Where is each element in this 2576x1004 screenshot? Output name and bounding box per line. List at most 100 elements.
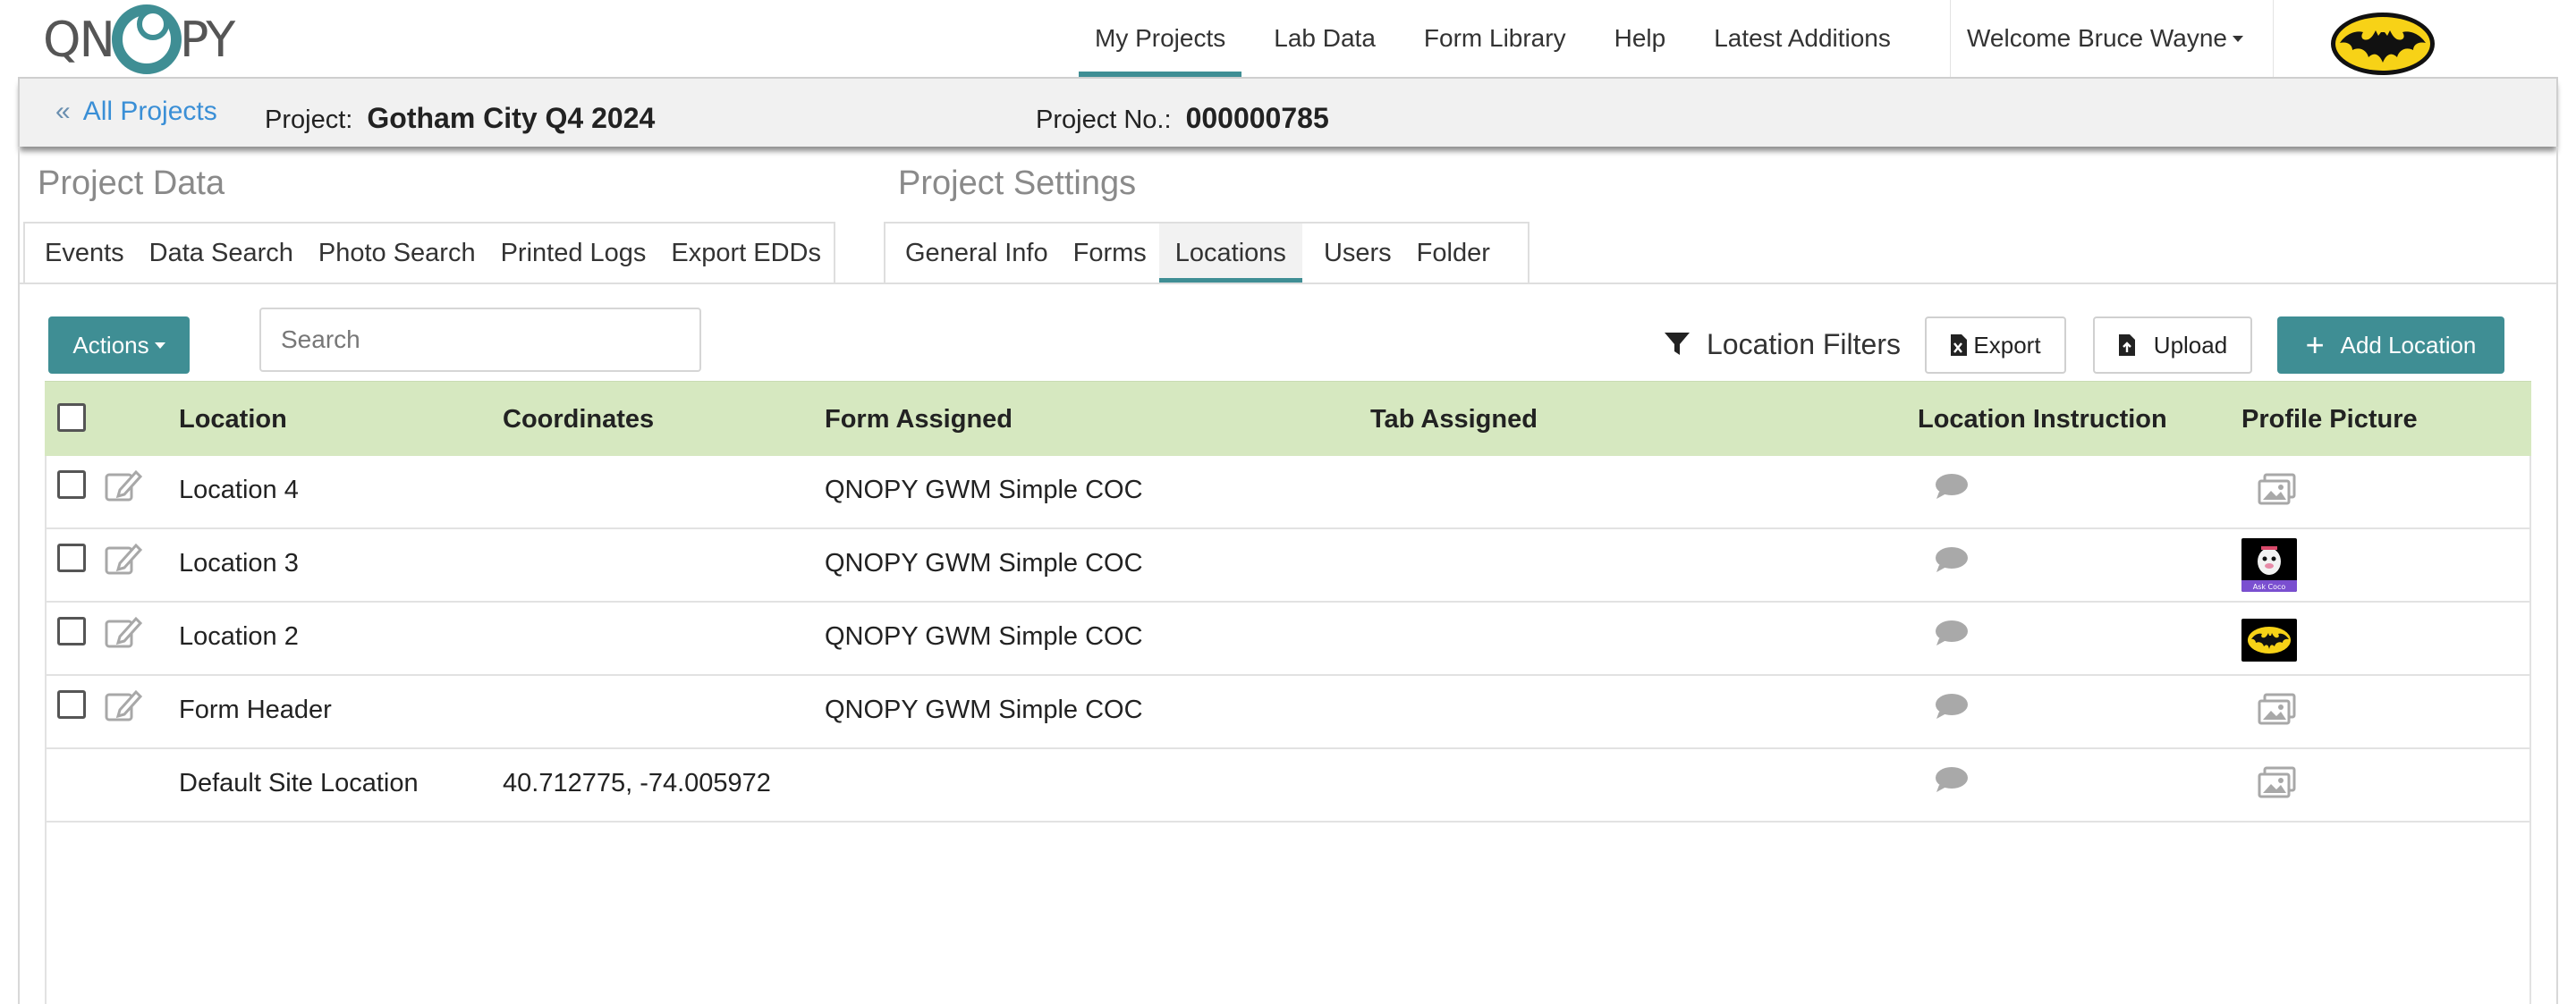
col-form-assigned[interactable]: Form Assigned — [825, 405, 1013, 435]
batman-logo-icon[interactable] — [2329, 11, 2436, 77]
form-assigned: QNOPY GWM Simple COC — [825, 549, 1143, 578]
top-navbar: QN PY My Projects Lab Data Form Library … — [0, 0, 2576, 77]
ask-coco-thumbnail[interactable]: Ask Coco — [2241, 538, 2297, 592]
edit-icon[interactable] — [104, 687, 143, 722]
nav-my-projects[interactable]: My Projects — [1079, 0, 1242, 77]
location-name: Location 4 — [179, 476, 299, 504]
image-placeholder-icon[interactable] — [2258, 692, 2297, 726]
tab-export-edds[interactable]: Export EDDs — [658, 224, 834, 283]
logo-text-left: QN — [43, 11, 115, 68]
file-upload-icon — [2118, 334, 2135, 356]
select-all-checkbox[interactable] — [57, 403, 86, 432]
project-data-tabs: Events Data Search Photo Search Printed … — [23, 222, 835, 283]
project-number-label: Project No.: — [1036, 105, 1172, 134]
image-placeholder-icon[interactable] — [2258, 472, 2297, 506]
all-projects-link[interactable]: « All Projects — [55, 97, 217, 127]
caret-down-icon — [2233, 35, 2243, 42]
all-projects-label: All Projects — [82, 97, 217, 126]
qnopy-logo[interactable]: QN PY — [43, 4, 235, 75]
location-name: Location 2 — [179, 622, 299, 651]
comment-icon[interactable] — [1934, 545, 1970, 574]
project-name-field: Project: Gotham City Q4 2024 — [265, 102, 655, 135]
table-row: Form Header QNOPY GWM Simple COC — [45, 676, 2531, 749]
comment-icon[interactable] — [1934, 692, 1970, 721]
edit-icon[interactable] — [104, 613, 143, 649]
location-name: Default Site Location — [179, 769, 419, 797]
project-number-field: Project No.: 000000785 — [1036, 102, 1329, 135]
row-checkbox[interactable] — [57, 617, 86, 645]
upload-label: Upload — [2153, 331, 2228, 359]
row-checkbox[interactable] — [57, 544, 86, 572]
add-location-button[interactable]: + Add Location — [2277, 316, 2504, 374]
edit-icon[interactable] — [104, 467, 143, 502]
tab-forms[interactable]: Forms — [1061, 224, 1159, 283]
logo-ring-icon — [111, 4, 182, 74]
edit-icon[interactable] — [104, 540, 143, 576]
col-location-instruction[interactable]: Location Instruction — [1918, 405, 2167, 435]
image-placeholder-icon[interactable] — [2258, 765, 2297, 799]
actions-label: Actions — [72, 331, 149, 359]
filter-icon — [1665, 333, 1690, 355]
comment-icon[interactable] — [1934, 619, 1970, 647]
tab-data-search[interactable]: Data Search — [137, 224, 306, 283]
form-assigned: QNOPY GWM Simple COC — [825, 622, 1143, 651]
project-label: Project: — [265, 105, 353, 134]
export-button[interactable]: Export — [1925, 316, 2066, 374]
caret-down-icon — [154, 342, 165, 349]
table-right-border — [2529, 456, 2531, 1004]
upload-button[interactable]: Upload — [2093, 316, 2252, 374]
export-label: Export — [1973, 331, 2041, 359]
tab-folder[interactable]: Folder — [1404, 224, 1503, 283]
nav-help[interactable]: Help — [1598, 0, 1682, 77]
tab-users[interactable]: Users — [1311, 224, 1404, 283]
location-coordinates: 40.712775, -74.005972 — [503, 769, 771, 797]
project-data-title: Project Data — [38, 165, 225, 202]
table-row: Location 3 QNOPY GWM Simple COC Ask Coco — [45, 529, 2531, 603]
table-row: Location 2 QNOPY GWM Simple COC — [45, 603, 2531, 676]
file-excel-icon — [1951, 334, 1968, 356]
plus-icon: + — [2305, 326, 2325, 363]
col-profile-picture[interactable]: Profile Picture — [2241, 405, 2418, 435]
col-location[interactable]: Location — [179, 405, 287, 435]
location-name: Form Header — [179, 696, 332, 724]
search-input[interactable] — [259, 308, 701, 372]
logo-text-right: PY — [179, 11, 235, 68]
project-settings-tabs: General Info Forms Locations Users Folde… — [884, 222, 1530, 283]
project-header-bar: « All Projects Project: Gotham City Q4 2… — [18, 77, 2558, 147]
col-tab-assigned[interactable]: Tab Assigned — [1370, 405, 1538, 435]
batman-thumbnail[interactable] — [2241, 619, 2297, 662]
project-number: 000000785 — [1185, 102, 1329, 134]
tab-photo-search[interactable]: Photo Search — [306, 224, 488, 283]
form-assigned: QNOPY GWM Simple COC — [825, 696, 1143, 724]
add-location-label: Add Location — [2340, 331, 2477, 359]
user-menu-dropdown[interactable]: Welcome Bruce Wayne — [1950, 0, 2274, 77]
tabs-divider — [20, 283, 2556, 284]
table-left-border — [45, 456, 47, 1004]
nav-form-library[interactable]: Form Library — [1408, 0, 1582, 77]
comment-icon[interactable] — [1934, 472, 1970, 501]
main-nav: My Projects Lab Data Form Library Help L… — [1079, 0, 1923, 77]
col-coordinates[interactable]: Coordinates — [503, 405, 654, 435]
row-checkbox[interactable] — [57, 470, 86, 499]
welcome-text: Welcome Bruce Wayne — [1967, 24, 2227, 52]
location-name: Location 3 — [179, 549, 299, 578]
form-assigned: QNOPY GWM Simple COC — [825, 476, 1143, 504]
table-row: Location 4 QNOPY GWM Simple COC — [45, 456, 2531, 529]
location-filters-button[interactable]: Location Filters — [1664, 316, 1901, 372]
project-name: Gotham City Q4 2024 — [367, 102, 656, 134]
nav-lab-data[interactable]: Lab Data — [1258, 0, 1392, 77]
tab-general-info[interactable]: General Info — [893, 224, 1061, 283]
thumbnail-caption: Ask Coco — [2253, 583, 2286, 591]
comment-icon[interactable] — [1934, 765, 1970, 794]
tab-locations[interactable]: Locations — [1158, 224, 1303, 283]
actions-button[interactable]: Actions — [48, 316, 190, 374]
project-settings-title: Project Settings — [898, 165, 1137, 202]
table-header: Location Coordinates Form Assigned Tab A… — [45, 381, 2531, 456]
tab-events[interactable]: Events — [32, 224, 137, 283]
row-checkbox[interactable] — [57, 690, 86, 719]
tab-printed-logs[interactable]: Printed Logs — [488, 224, 659, 283]
table-row: Default Site Location 40.712775, -74.005… — [45, 749, 2531, 823]
nav-latest-additions[interactable]: Latest Additions — [1698, 0, 1907, 77]
double-chevron-left-icon: « — [55, 97, 71, 126]
location-filters-label: Location Filters — [1707, 327, 1901, 360]
